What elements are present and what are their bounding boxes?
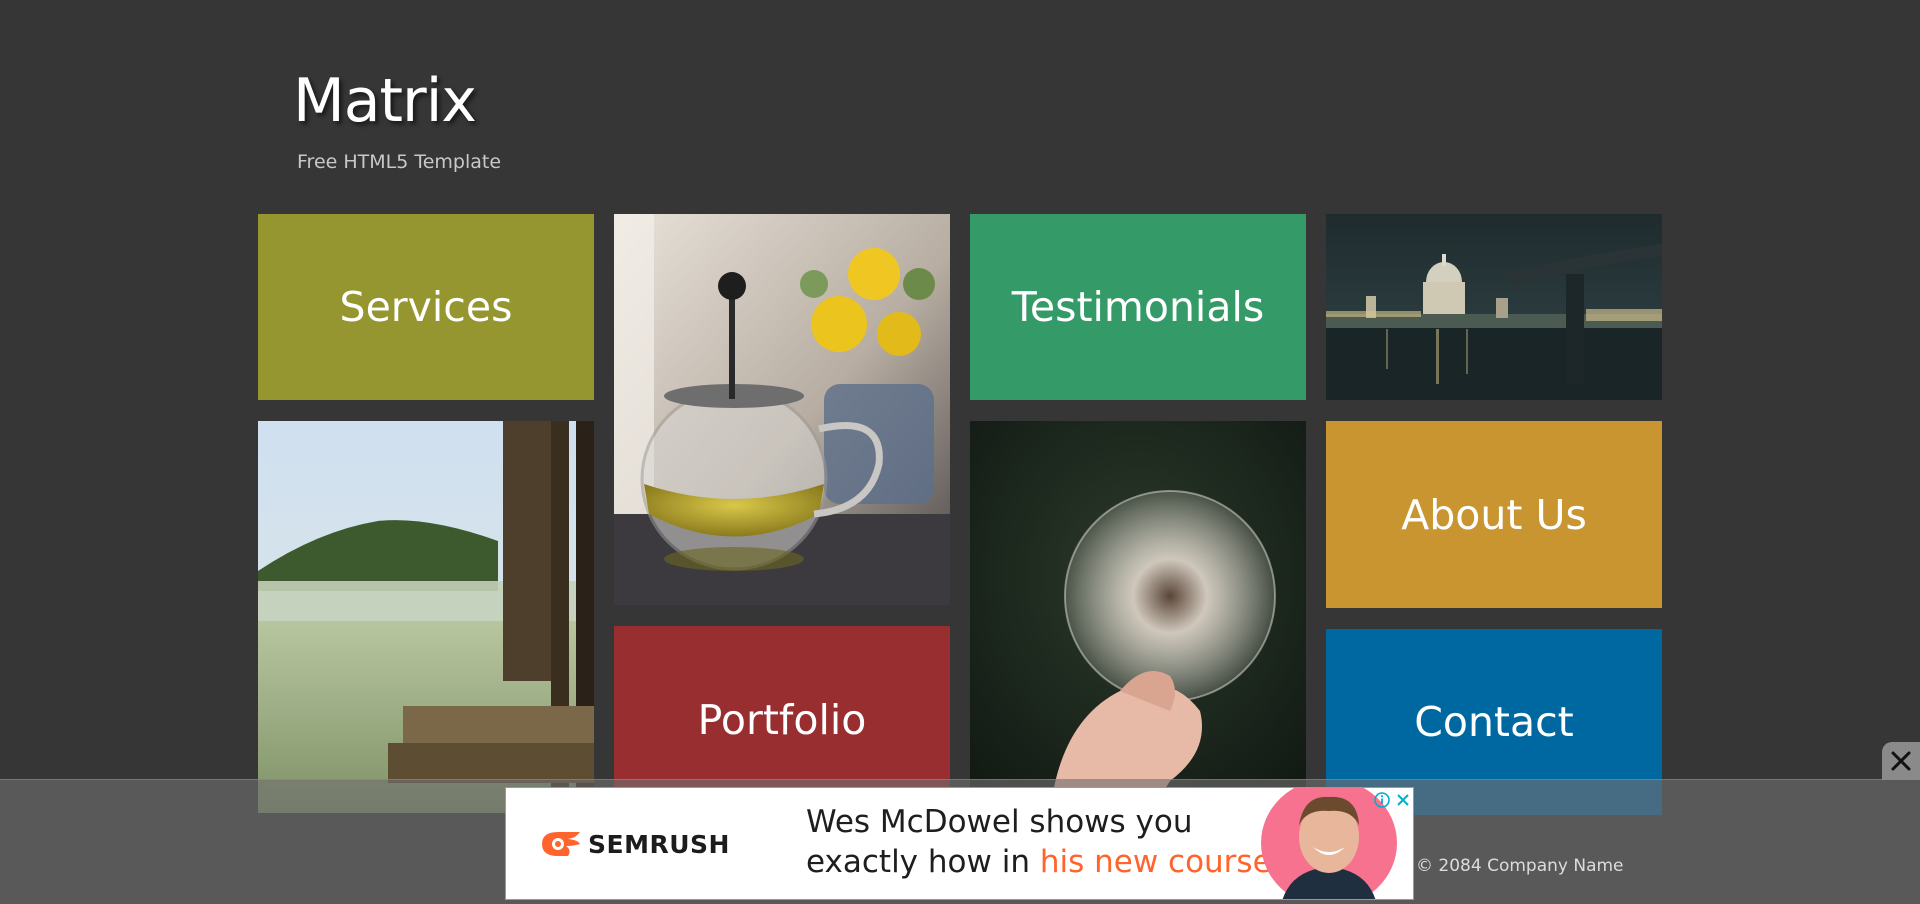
tile-about-us[interactable]: About Us [1326,421,1662,608]
tile-testimonials-label: Testimonials [1011,283,1265,331]
footer-copyright: © 2084 Company Name [1416,856,1624,876]
tile-services[interactable]: Services [258,214,594,400]
ad-headline-accent: his new course [1039,844,1272,880]
close-icon [1891,751,1911,771]
lake-image[interactable] [258,421,594,813]
ad-headline-line1: Wes McDowel shows you [806,804,1193,840]
semrush-flame-icon [542,832,580,856]
ad-close-icon[interactable] [1394,791,1412,809]
ad-banner[interactable]: SEMRUSH Wes McDowel shows you exactly ho… [505,787,1414,900]
ad-overlay-close-button[interactable] [1882,742,1920,780]
dandelion-image[interactable] [970,421,1306,813]
ad-headline-line2: exactly how in his new course [806,844,1272,880]
city-image[interactable] [1326,214,1662,400]
site-title: Matrix [293,66,477,136]
ad-headline-prefix: exactly how in [806,844,1040,880]
site-subtitle: Free HTML5 Template [297,151,502,173]
semrush-logo: SEMRUSH [538,828,730,860]
tile-testimonials[interactable]: Testimonials [970,214,1306,400]
teapot-image[interactable] [614,214,950,605]
tile-portfolio-label: Portfolio [697,695,867,744]
tile-about-us-label: About Us [1401,490,1587,539]
ad-info-icon[interactable] [1373,791,1391,809]
ad-brand-name: SEMRUSH [588,829,730,859]
tile-contact-label: Contact [1414,698,1574,746]
tile-services-label: Services [339,283,513,331]
